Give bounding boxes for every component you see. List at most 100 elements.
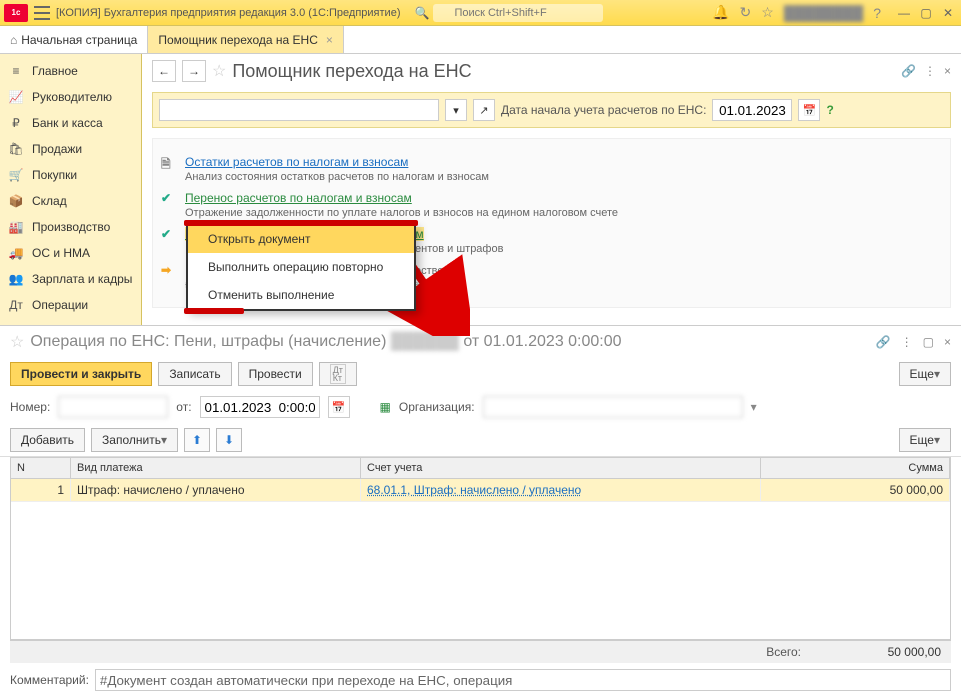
bell-icon[interactable]: 🔔 [712,4,729,21]
add-row-button[interactable]: Добавить [10,428,85,452]
sidebar-label: Руководителю [32,90,112,104]
total-label: Всего: [766,645,801,659]
date-start-input[interactable] [712,99,792,121]
org-input[interactable] [483,396,743,418]
sidebar-item[interactable]: 🛒Покупки [0,162,141,188]
step2-link[interactable]: Перенос расчетов по налогам и взносам [185,191,412,205]
doc-favorite-icon[interactable]: ☆ [10,332,24,352]
sidebar-label: Зарплата и кадры [32,272,132,286]
titlebar: 1c [КОПИЯ] Бухгалтерия предприятия редак… [0,0,961,26]
more-button-1[interactable]: Еще [899,362,951,386]
app-title: [КОПИЯ] Бухгалтерия предприятия редакция… [56,7,400,19]
from-label: от: [176,400,191,414]
sidebar-icon: 📈 [8,90,24,104]
filter-bar: ▾ ↗ Дата начала учета расчетов по ЕНС: 📅… [152,92,951,128]
date-calendar-button[interactable]: 📅 [328,396,350,418]
cell-sum: 50 000,00 [761,479,950,501]
highlight-border-top [184,220,418,226]
sidebar-label: Склад [32,194,67,208]
window-maximize[interactable]: ▢ [917,4,935,22]
number-label: Номер: [10,400,50,414]
tab-close-icon[interactable]: × [326,33,333,47]
sidebar-item[interactable]: 📦Склад [0,188,141,214]
close-panel-icon[interactable]: × [944,64,951,78]
favorite-star-icon[interactable]: ☆ [212,61,226,81]
nav-fwd-button[interactable]: → [182,60,206,82]
document-panel: ☆ Операция по ЕНС: Пени, штрафы (начисле… [0,325,961,697]
date-input[interactable] [200,396,320,418]
org-icon: ▦ [380,400,391,414]
sidebar-item[interactable]: 🏭 Производство [0,214,141,240]
window-minimize[interactable]: — [895,4,913,22]
sidebar-item[interactable]: 🚚ОС и НМА [0,240,141,266]
nav-back-button[interactable]: ← [152,60,176,82]
sidebar-icon: 🚚 [8,246,24,260]
sidebar-item[interactable]: ≡Главное [0,58,141,84]
check-icon: ✔ [161,191,177,219]
search-icon: 🔍 [414,6,429,20]
doc-kebab-icon[interactable]: ⋮ [901,335,913,349]
tab-ens-helper[interactable]: Помощник перехода на ЕНС × [148,26,344,53]
arrow-right-icon: ➡ [161,263,177,291]
context-menu: Открыть документ Выполнить операцию повт… [186,223,416,311]
ctx-cancel-operation[interactable]: Отменить выполнение [188,281,414,309]
page-title: Помощник перехода на ЕНС [232,61,471,82]
doc-close-icon[interactable]: × [944,335,951,349]
lines-grid: N Вид платежа Счет учета Сумма 1 Штраф: … [10,457,951,640]
post-button[interactable]: Провести [238,362,313,386]
global-search-input[interactable] [433,4,603,22]
ctx-open-document[interactable]: Открыть документ [188,225,414,253]
col-n-header[interactable]: N [11,458,71,478]
comment-input[interactable] [95,669,951,691]
sidebar-label: Покупки [32,168,77,182]
save-button[interactable]: Записать [158,362,231,386]
cell-account-link[interactable]: 68.01.1, Штраф: начислено / уплачено [361,479,761,501]
fill-button[interactable]: Заполнить [91,428,178,452]
sidebar-icon: 👥 [8,272,24,286]
user-blur: ████████ [784,5,863,21]
col-acc-header[interactable]: Счет учета [361,458,761,478]
window-close[interactable]: ✕ [939,4,957,22]
sidebar-icon: ≡ [8,64,24,78]
main-menu-icon[interactable] [34,6,50,20]
number-input[interactable] [58,396,168,418]
sidebar-label: Производство [32,220,110,234]
history-icon[interactable]: ↻ [740,4,752,21]
link-icon[interactable]: 🔗 [901,64,916,78]
org-dropdown-button[interactable]: ▾ [445,99,467,121]
logo-1c: 1c [4,4,28,22]
step4-desc: естве [415,265,910,277]
org-filter-input[interactable] [159,99,439,121]
tab-home[interactable]: Начальная страница [0,26,148,53]
col-sum-header[interactable]: Сумма [761,458,950,478]
sidebar-item[interactable]: 🛍Продажи [0,136,141,162]
move-up-button[interactable]: ⬆ [184,428,210,452]
more-button-2[interactable]: Еще [899,428,951,452]
org-label: Организация: [399,400,475,414]
grid-row[interactable]: 1 Штраф: начислено / уплачено 68.01.1, Ш… [11,479,950,502]
sidebar-item[interactable]: ДтОперации [0,292,141,318]
sidebar-icon: 🏭 [8,220,24,234]
ctx-redo-operation[interactable]: Выполнить операцию повторно [188,253,414,281]
doc-link-icon[interactable]: 🔗 [876,335,891,349]
step1-desc: Анализ состояния остатков расчетов по на… [185,171,910,183]
help-question-icon[interactable]: ? [826,103,833,117]
step3-desc: ентов и штрафов [415,243,910,255]
sidebar-item[interactable]: 📈 Руководителю [0,84,141,110]
calendar-button[interactable]: 📅 [798,99,820,121]
help-icon[interactable]: ? [873,5,881,21]
org-dropdown-icon[interactable]: ▾ [751,400,757,414]
sidebar-item[interactable]: ₽Банк и касса [0,110,141,136]
org-open-button[interactable]: ↗ [473,99,495,121]
sidebar-item[interactable]: 👥 Зарплата и кадры [0,266,141,292]
doc-maximize-icon[interactable]: ▢ [923,335,934,349]
dtkt-button[interactable]: ДтКт [319,362,357,386]
post-and-close-button[interactable]: Провести и закрыть [10,362,152,386]
highlight-border-bottom [184,308,244,314]
doc-icon: 🗎 [161,155,177,183]
col-type-header[interactable]: Вид платежа [71,458,361,478]
move-down-button[interactable]: ⬇ [216,428,242,452]
kebab-icon[interactable]: ⋮ [924,64,936,78]
step1-link[interactable]: Остатки расчетов по налогам и взносам [185,155,408,169]
star-icon[interactable]: ☆ [761,4,774,21]
